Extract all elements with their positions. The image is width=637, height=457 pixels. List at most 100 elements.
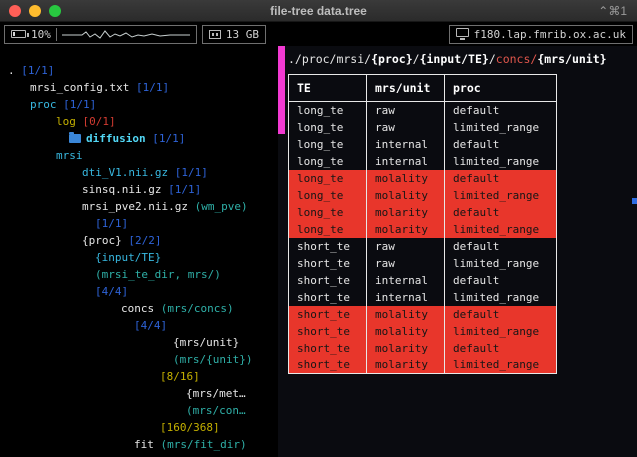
table-cell: long_te — [289, 221, 367, 238]
table-cell: molality — [367, 170, 445, 187]
scrollbar-thumb[interactable] — [632, 198, 637, 204]
tree-line[interactable]: {input/TE} — [0, 249, 278, 266]
table-row[interactable]: long_temolalitydefault — [289, 170, 557, 187]
tree-segment: {input/TE} — [95, 251, 161, 264]
tree-segment: (wm_pve) — [195, 200, 248, 213]
tree-segment: (mrsi_te_dir, mrs/) — [95, 268, 221, 281]
table-cell: raw — [367, 238, 445, 255]
tree-line[interactable]: log [0/1] — [0, 113, 278, 130]
table-pane: ./proc/mrsi/{proc}/{input/TE}/concs/{mrs… — [278, 46, 637, 457]
table-row[interactable]: long_teinternallimited_range — [289, 153, 557, 170]
tree-line[interactable]: mrsi_config.txt [1/1] — [0, 79, 278, 96]
table-cell: molarity — [367, 221, 445, 238]
tree-line[interactable]: diffusion [1/1] — [0, 130, 278, 147]
tree-line[interactable]: (mrs/{unit}) — [0, 351, 278, 368]
table-row[interactable]: long_teinternaldefault — [289, 136, 557, 153]
tree-segment: [0/1] — [83, 115, 116, 128]
table-row[interactable]: long_temolaritydefault — [289, 204, 557, 221]
tree-line[interactable]: {mrs/unit} — [0, 334, 278, 351]
tree-line[interactable]: concs (mrs/concs) — [0, 300, 278, 317]
cpu-sparkline — [62, 26, 190, 42]
table-cell: default — [445, 136, 557, 153]
close-button[interactable] — [9, 5, 21, 17]
table-cell: molarity — [367, 357, 445, 374]
table-row[interactable]: short_temolaritylimited_range — [289, 357, 557, 374]
table-row[interactable]: long_terawlimited_range — [289, 119, 557, 136]
tree-segment: {mrs/met… — [186, 387, 246, 400]
file-tree: . [1/1]mrsi_config.txt [1/1]proc [1/1]lo… — [0, 62, 278, 453]
zoom-button[interactable] — [49, 5, 61, 17]
breadcrumb-segment: {mrs/unit} — [537, 52, 606, 66]
column-header: proc — [445, 75, 557, 102]
table-cell: molality — [367, 323, 445, 340]
terminal-window: file-tree data.tree ⌃⌘1 10% 13 GB f180.l… — [0, 0, 637, 457]
tree-line[interactable]: {mrs/met… — [0, 385, 278, 402]
tree-segment: proc — [30, 98, 63, 111]
tree-line[interactable]: [4/4] — [0, 283, 278, 300]
tree-segment: mrsi_pve2.nii.gz — [82, 200, 195, 213]
table-cell: long_te — [289, 153, 367, 170]
tree-line[interactable]: [1/1] — [0, 215, 278, 232]
breadcrumb-segment: {input/TE} — [420, 52, 489, 66]
tree-line[interactable]: [160/368] — [0, 419, 278, 436]
active-pane-indicator — [278, 46, 285, 134]
tree-segment: [8/16] — [160, 370, 200, 383]
table-body: long_terawdefaultlong_terawlimited_range… — [289, 102, 557, 374]
divider — [56, 28, 57, 41]
tree-line[interactable]: fit (mrs/fit_dir) — [0, 436, 278, 453]
table-cell: molarity — [367, 340, 445, 357]
table-row[interactable]: short_teinternaldefault — [289, 272, 557, 289]
table-row[interactable]: short_temolalitylimited_range — [289, 323, 557, 340]
tree-line[interactable]: sinsq.nii.gz [1/1] — [0, 181, 278, 198]
table-cell: long_te — [289, 187, 367, 204]
memory-value: 13 GB — [226, 28, 259, 41]
breadcrumb-segment: {proc} — [371, 52, 413, 66]
table-cell: default — [445, 204, 557, 221]
computer-icon — [456, 28, 469, 37]
tree-line[interactable]: [4/4] — [0, 317, 278, 334]
tree-line[interactable]: (mrs/con… — [0, 402, 278, 419]
table-row[interactable]: short_temolalitydefault — [289, 306, 557, 323]
file-tree-pane: . [1/1]mrsi_config.txt [1/1]proc [1/1]lo… — [0, 46, 278, 457]
table-cell: short_te — [289, 357, 367, 374]
breadcrumb-segment: / — [489, 52, 496, 66]
tree-segment: [4/4] — [134, 319, 167, 332]
tree-segment: sinsq.nii.gz — [82, 183, 168, 196]
table-row[interactable]: long_temolalitylimited_range — [289, 187, 557, 204]
table-cell: limited_range — [445, 255, 557, 272]
table-row[interactable]: short_terawlimited_range — [289, 255, 557, 272]
table-cell: limited_range — [445, 153, 557, 170]
tree-segment: log — [56, 115, 83, 128]
titlebar: file-tree data.tree ⌃⌘1 — [0, 0, 637, 22]
tree-segment: [1/1] — [21, 64, 54, 77]
tree-line[interactable]: dti_V1.nii.gz [1/1] — [0, 164, 278, 181]
table-cell: molality — [367, 306, 445, 323]
table-cell: short_te — [289, 289, 367, 306]
tree-line[interactable]: proc [1/1] — [0, 96, 278, 113]
window-controls — [9, 5, 61, 17]
table-row[interactable]: short_teinternallimited_range — [289, 289, 557, 306]
tree-segment: (mrs/{unit}) — [173, 353, 252, 366]
tree-line[interactable]: {proc} [2/2] — [0, 232, 278, 249]
table-row[interactable]: short_temolaritydefault — [289, 340, 557, 357]
tree-segment: [1/1] — [152, 132, 185, 145]
table-row[interactable]: short_terawdefault — [289, 238, 557, 255]
battery-group: 10% — [4, 25, 197, 44]
tree-line[interactable]: . [1/1] — [0, 62, 278, 79]
table-header: TEmrs/unitproc — [289, 75, 557, 102]
table-cell: molality — [367, 187, 445, 204]
tree-line[interactable]: (mrsi_te_dir, mrs/) — [0, 266, 278, 283]
table-row[interactable]: long_temolaritylimited_range — [289, 221, 557, 238]
table-row[interactable]: long_terawdefault — [289, 102, 557, 119]
table-cell: limited_range — [445, 289, 557, 306]
tree-segment: concs — [121, 302, 161, 315]
tree-line[interactable]: mrsi_pve2.nii.gz (wm_pve) — [0, 198, 278, 215]
window-title: file-tree data.tree — [0, 4, 637, 18]
combinations-table: TEmrs/unitproc long_terawdefaultlong_ter… — [288, 74, 557, 374]
window-shortcut-label: ⌃⌘1 — [598, 4, 627, 18]
tree-line[interactable]: mrsi — [0, 147, 278, 164]
table-cell: raw — [367, 102, 445, 119]
minimize-button[interactable] — [29, 5, 41, 17]
tree-segment: [1/1] — [63, 98, 96, 111]
tree-line[interactable]: [8/16] — [0, 368, 278, 385]
